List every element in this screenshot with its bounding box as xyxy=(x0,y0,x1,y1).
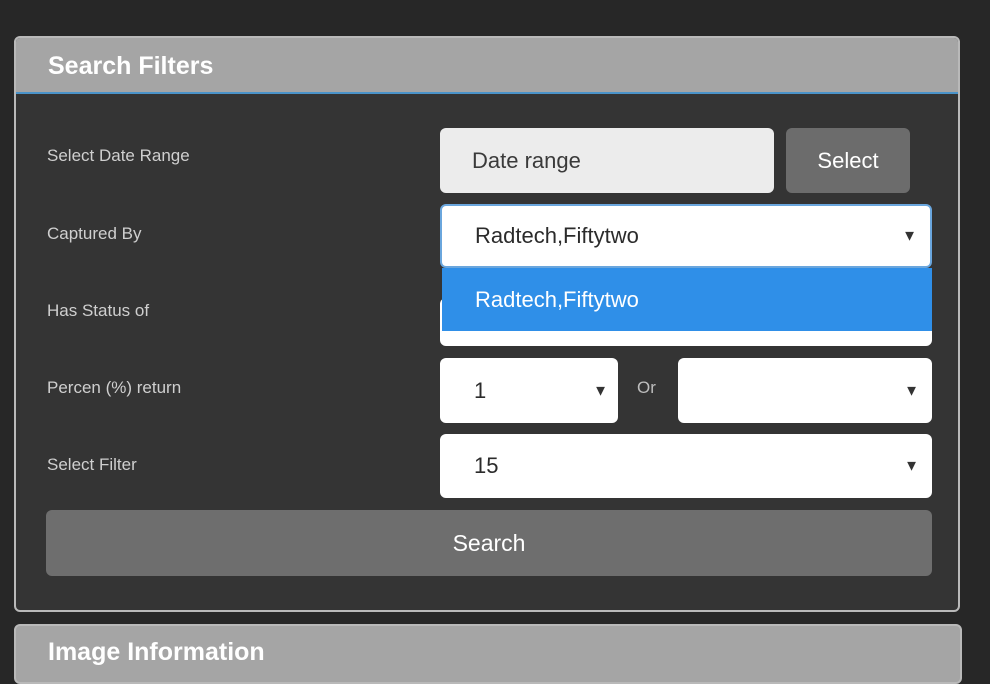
select-filter-value: 15 xyxy=(474,453,499,478)
date-range-input[interactable]: Date range xyxy=(440,128,774,193)
percent-return-select[interactable]: 1 ▼ xyxy=(440,358,618,423)
search-button[interactable]: Search xyxy=(46,510,932,576)
select-filter-label: Select Filter xyxy=(47,455,137,474)
percent-return-alt-select[interactable]: ▼ xyxy=(678,358,932,423)
captured-by-value: Radtech,Fiftytwo xyxy=(475,223,639,248)
chevron-down-icon: ▼ xyxy=(593,382,608,399)
date-range-select-button[interactable]: Select xyxy=(786,128,910,193)
percent-return-label: Percen (%) return xyxy=(47,378,182,397)
search-filters-title: Search Filters xyxy=(48,52,214,80)
percent-return-value: 1 xyxy=(474,377,487,403)
image-information-panel[interactable]: Image Information xyxy=(14,624,962,684)
chevron-down-icon: ▼ xyxy=(904,382,919,399)
captured-by-dropdown-list: Radtech,Fiftytwo xyxy=(442,268,932,331)
captured-by-option-label: Radtech,Fiftytwo xyxy=(475,286,639,312)
chevron-down-icon: ▼ xyxy=(904,457,919,475)
captured-by-label: Captured By xyxy=(47,224,142,243)
captured-by-option[interactable]: Radtech,Fiftytwo xyxy=(442,268,932,331)
date-range-placeholder: Date range xyxy=(472,147,581,173)
image-information-title: Image Information xyxy=(48,638,265,666)
search-filters-header[interactable]: Search Filters xyxy=(16,38,958,94)
status-label: Has Status of xyxy=(47,301,150,320)
select-filter-select[interactable]: 15 ▼ xyxy=(440,434,932,498)
chevron-down-icon: ▼ xyxy=(902,227,917,245)
or-label: Or xyxy=(637,378,656,397)
date-range-label: Select Date Range xyxy=(47,146,190,165)
search-filters-panel: Search Filters Select Date Range Date ra… xyxy=(14,36,960,612)
captured-by-select[interactable]: Radtech,Fiftytwo ▼ xyxy=(440,204,932,268)
